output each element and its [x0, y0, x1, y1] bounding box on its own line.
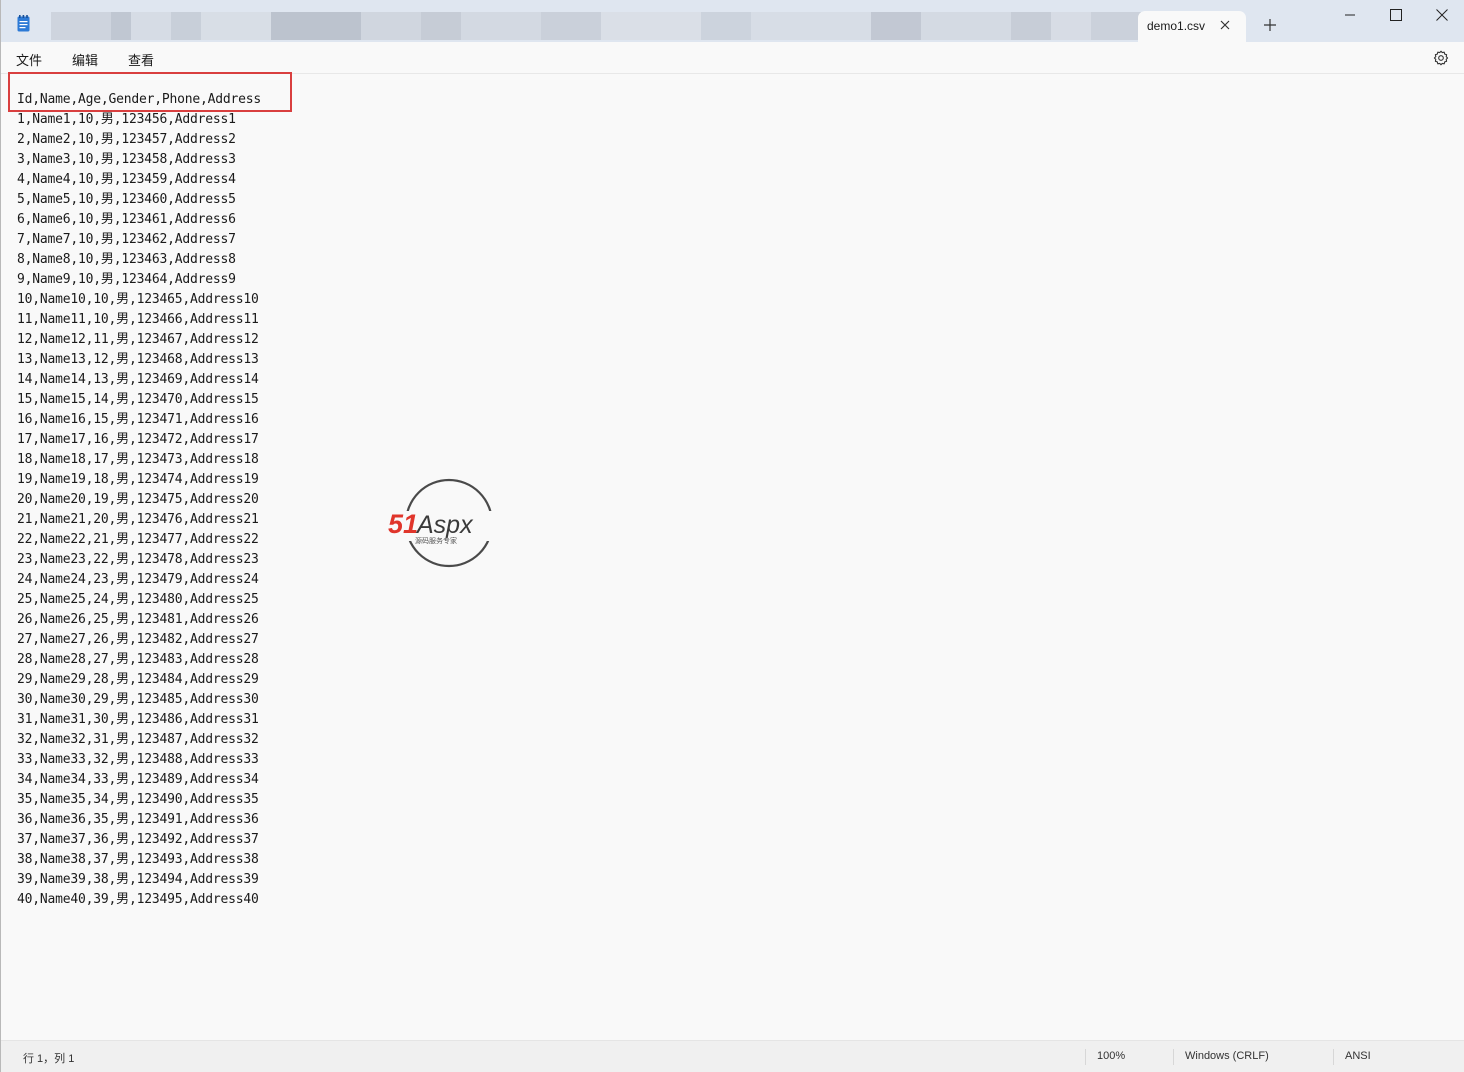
csv-data-line: 29,Name29,28,男,123484,Address29 [17, 672, 259, 687]
line-ending[interactable]: Windows (CRLF) [1185, 1050, 1269, 1062]
csv-data-line: 4,Name4,10,男,123459,Address4 [17, 172, 236, 187]
minimize-icon[interactable] [1343, 8, 1357, 22]
csv-data-line: 23,Name23,22,男,123478,Address23 [17, 552, 259, 567]
status-divider [1085, 1049, 1086, 1065]
csv-data-line: 1,Name1,10,男,123456,Address1 [17, 112, 236, 127]
csv-data-line: 17,Name17,16,男,123472,Address17 [17, 432, 259, 447]
menu-bar: 文件 编辑 查看 [1, 42, 1464, 74]
status-divider [1173, 1049, 1174, 1065]
status-divider [1333, 1049, 1334, 1065]
csv-header-line: Id,Name,Age,Gender,Phone,Address [17, 92, 262, 107]
notepad-window: demo1.csv 文件 编辑 查看 Id,Name,Age,Gender,Ph… [0, 0, 1464, 1072]
csv-data-line: 31,Name31,30,男,123486,Address31 [17, 712, 259, 727]
csv-data-line: 30,Name30,29,男,123485,Address30 [17, 692, 259, 707]
svg-text:源码服务专家: 源码服务专家 [415, 536, 457, 545]
csv-data-line: 35,Name35,34,男,123490,Address35 [17, 792, 259, 807]
csv-data-line: 21,Name21,20,男,123476,Address21 [17, 512, 259, 527]
menu-edit[interactable]: 编辑 [72, 50, 98, 69]
text-editor[interactable]: Id,Name,Age,Gender,Phone,Address 1,Name1,… [1, 72, 1463, 1039]
editor-lines: Id,Name,Age,Gender,Phone,Address 1,Name1,… [17, 90, 261, 910]
csv-data-line: 36,Name36,35,男,123491,Address36 [17, 812, 259, 827]
csv-data-line: 37,Name37,36,男,123492,Address37 [17, 832, 259, 847]
csv-data-line: 2,Name2,10,男,123457,Address2 [17, 132, 236, 147]
tab-demo1-csv[interactable]: demo1.csv [1138, 11, 1246, 42]
csv-data-line: 15,Name15,14,男,123470,Address15 [17, 392, 259, 407]
csv-data-line: 20,Name20,19,男,123475,Address20 [17, 492, 259, 507]
csv-data-line: 39,Name39,38,男,123494,Address39 [17, 872, 259, 887]
csv-data-line: 7,Name7,10,男,123462,Address7 [17, 232, 236, 247]
svg-text:Aspx: Aspx [415, 511, 474, 539]
csv-data-line: 18,Name18,17,男,123473,Address18 [17, 452, 259, 467]
csv-data-line: 5,Name5,10,男,123460,Address5 [17, 192, 236, 207]
csv-data-line: 9,Name9,10,男,123464,Address9 [17, 272, 236, 287]
menu-view[interactable]: 查看 [128, 50, 154, 69]
settings-gear-icon[interactable] [1433, 50, 1449, 66]
status-bar: 行 1，列 1 100% Windows (CRLF) ANSI [1, 1040, 1464, 1072]
csv-data-line: 8,Name8,10,男,123463,Address8 [17, 252, 236, 267]
csv-data-line: 27,Name27,26,男,123482,Address27 [17, 632, 259, 647]
csv-data-line: 13,Name13,12,男,123468,Address13 [17, 352, 259, 367]
csv-data-line: 3,Name3,10,男,123458,Address3 [17, 152, 236, 167]
csv-data-line: 24,Name24,23,男,123479,Address24 [17, 572, 259, 587]
tab-title: demo1.csv [1147, 19, 1206, 33]
maximize-icon[interactable] [1389, 8, 1403, 22]
close-tab-icon[interactable] [1218, 18, 1232, 32]
csv-data-line: 10,Name10,10,男,123465,Address10 [17, 292, 259, 307]
menu-file[interactable]: 文件 [16, 50, 42, 69]
svg-text:51: 51 [388, 509, 418, 539]
csv-data-line: 28,Name28,27,男,123483,Address28 [17, 652, 259, 667]
zoom-level[interactable]: 100% [1097, 1050, 1125, 1062]
title-bar[interactable]: demo1.csv [1, 0, 1464, 42]
csv-data-line: 11,Name11,10,男,123466,Address11 [17, 312, 259, 327]
csv-data-line: 38,Name38,37,男,123493,Address38 [17, 852, 259, 867]
csv-data-line: 33,Name33,32,男,123488,Address33 [17, 752, 259, 767]
csv-data-line: 14,Name14,13,男,123469,Address14 [17, 372, 259, 387]
csv-data-line: 19,Name19,18,男,123474,Address19 [17, 472, 259, 487]
csv-data-line: 25,Name25,24,男,123480,Address25 [17, 592, 259, 607]
csv-data-line: 12,Name12,11,男,123467,Address12 [17, 332, 259, 347]
close-window-icon[interactable] [1435, 8, 1449, 22]
obscured-tabs [51, 12, 1141, 40]
csv-data-line: 34,Name34,33,男,123489,Address34 [17, 772, 259, 787]
csv-data-line: 26,Name26,25,男,123481,Address26 [17, 612, 259, 627]
csv-data-line: 40,Name40,39,男,123495,Address40 [17, 892, 259, 907]
csv-data-line: 16,Name16,15,男,123471,Address16 [17, 412, 259, 427]
notepad-app-icon [17, 15, 30, 32]
csv-data-line: 22,Name22,21,男,123477,Address22 [17, 532, 259, 547]
new-tab-icon[interactable] [1263, 18, 1277, 32]
csv-data-line: 32,Name32,31,男,123487,Address32 [17, 732, 259, 747]
51aspx-watermark-logo: 51 Aspx 源码服务专家 [387, 478, 513, 568]
encoding[interactable]: ANSI [1345, 1050, 1371, 1062]
cursor-position: 行 1，列 1 [23, 1053, 75, 1065]
csv-data-line: 6,Name6,10,男,123461,Address6 [17, 212, 236, 227]
